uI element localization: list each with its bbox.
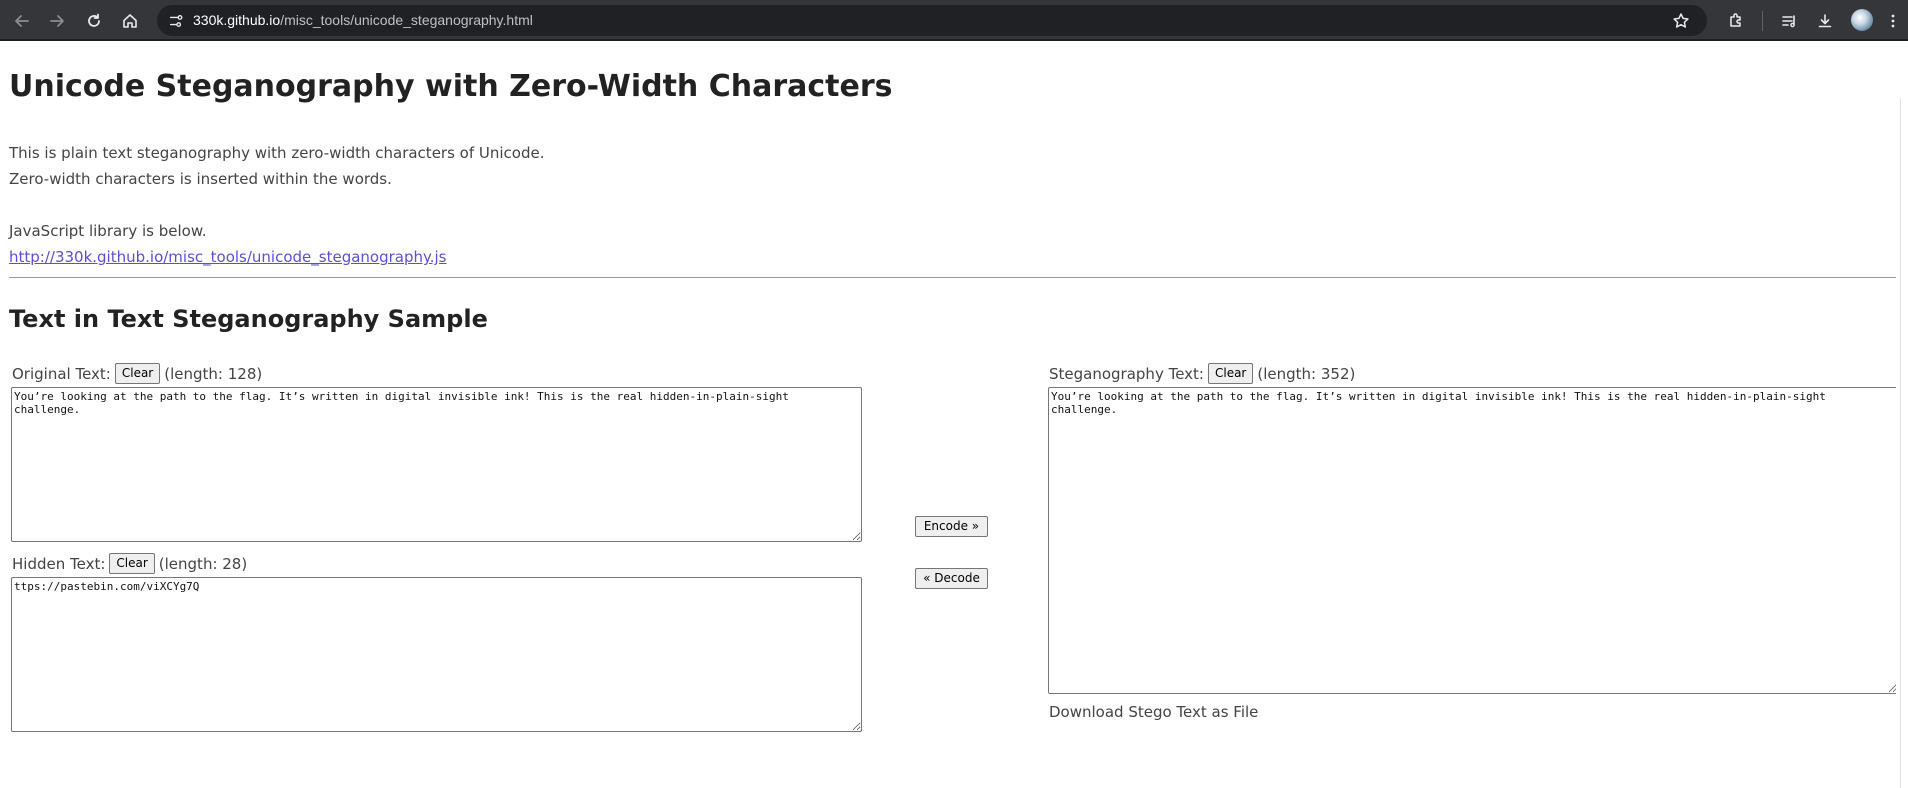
divider (9, 277, 1898, 278)
stego-text-label-row: Steganography Text: Clear (length: 352) (1049, 363, 1355, 384)
original-text-label: Original Text: (12, 364, 111, 383)
url-path: /misc_tools/unicode_steganography.html (280, 12, 533, 28)
encode-button[interactable]: Encode » (915, 516, 988, 537)
bookmark-star-icon[interactable] (1671, 11, 1691, 31)
url-host: 330k.github.io (193, 12, 281, 28)
stego-length: (length: 352) (1257, 364, 1356, 383)
browser-toolbar: 330k.github.io/misc_tools/unicode_stegan… (0, 0, 1908, 41)
hidden-text-label: Hidden Text: (12, 554, 106, 573)
intro-line: This is plain text steganography with ze… (9, 144, 545, 162)
page-title: Unicode Steganography with Zero-Width Ch… (9, 69, 893, 104)
download-icon[interactable] (1812, 8, 1838, 34)
original-text-label-row: Original Text: Clear (length: 128) (12, 363, 262, 384)
intro-text: This is plain text steganography with ze… (9, 140, 545, 270)
original-length: (length: 128) (164, 364, 263, 383)
back-arrow-icon[interactable] (9, 8, 35, 34)
section-title: Text in Text Steganography Sample (9, 305, 488, 333)
url-text[interactable]: 330k.github.io/misc_tools/unicode_stegan… (193, 12, 533, 28)
reload-icon[interactable] (81, 8, 107, 34)
decode-button[interactable]: « Decode (915, 568, 988, 589)
page-scrollbar-thumb[interactable] (1900, 98, 1906, 788)
extensions-icon[interactable] (1723, 8, 1749, 34)
hidden-text-input[interactable]: ttps://pastebin.com/viXCYg7Q (11, 577, 862, 732)
stego-clear-button[interactable]: Clear (1207, 363, 1254, 384)
intro-line: Zero-width characters is inserted within… (9, 170, 392, 188)
hidden-clear-button[interactable]: Clear (109, 553, 155, 574)
forward-arrow-icon[interactable] (44, 8, 70, 34)
menu-kebab-icon[interactable] (1880, 8, 1906, 34)
address-bar[interactable]: 330k.github.io/misc_tools/unicode_stegan… (157, 5, 1707, 36)
library-label: JavaScript library is below. (9, 222, 207, 240)
site-info-icon[interactable] (167, 12, 185, 30)
toolbar-separator (1762, 11, 1763, 31)
original-text-input[interactable]: You’re looking at the path to the flag. … (11, 387, 862, 542)
page-scrollbar[interactable] (1896, 43, 1908, 788)
hidden-text-label-row: Hidden Text: Clear (length: 28) (12, 553, 247, 574)
stego-text-label: Steganography Text: (1049, 364, 1204, 383)
download-stego-link[interactable]: Download Stego Text as File (1049, 703, 1258, 721)
page-content: Unicode Steganography with Zero-Width Ch… (0, 43, 1908, 749)
hidden-length: (length: 28) (158, 554, 248, 573)
profile-avatar[interactable] (1851, 9, 1873, 31)
home-icon[interactable] (117, 8, 143, 34)
reading-list-icon[interactable] (1776, 8, 1802, 34)
stego-text-input[interactable]: You’re looking at the path to the flag. … (1048, 387, 1898, 694)
library-link[interactable]: http://330k.github.io/misc_tools/unicode… (9, 248, 447, 266)
original-clear-button[interactable]: Clear (114, 363, 161, 384)
